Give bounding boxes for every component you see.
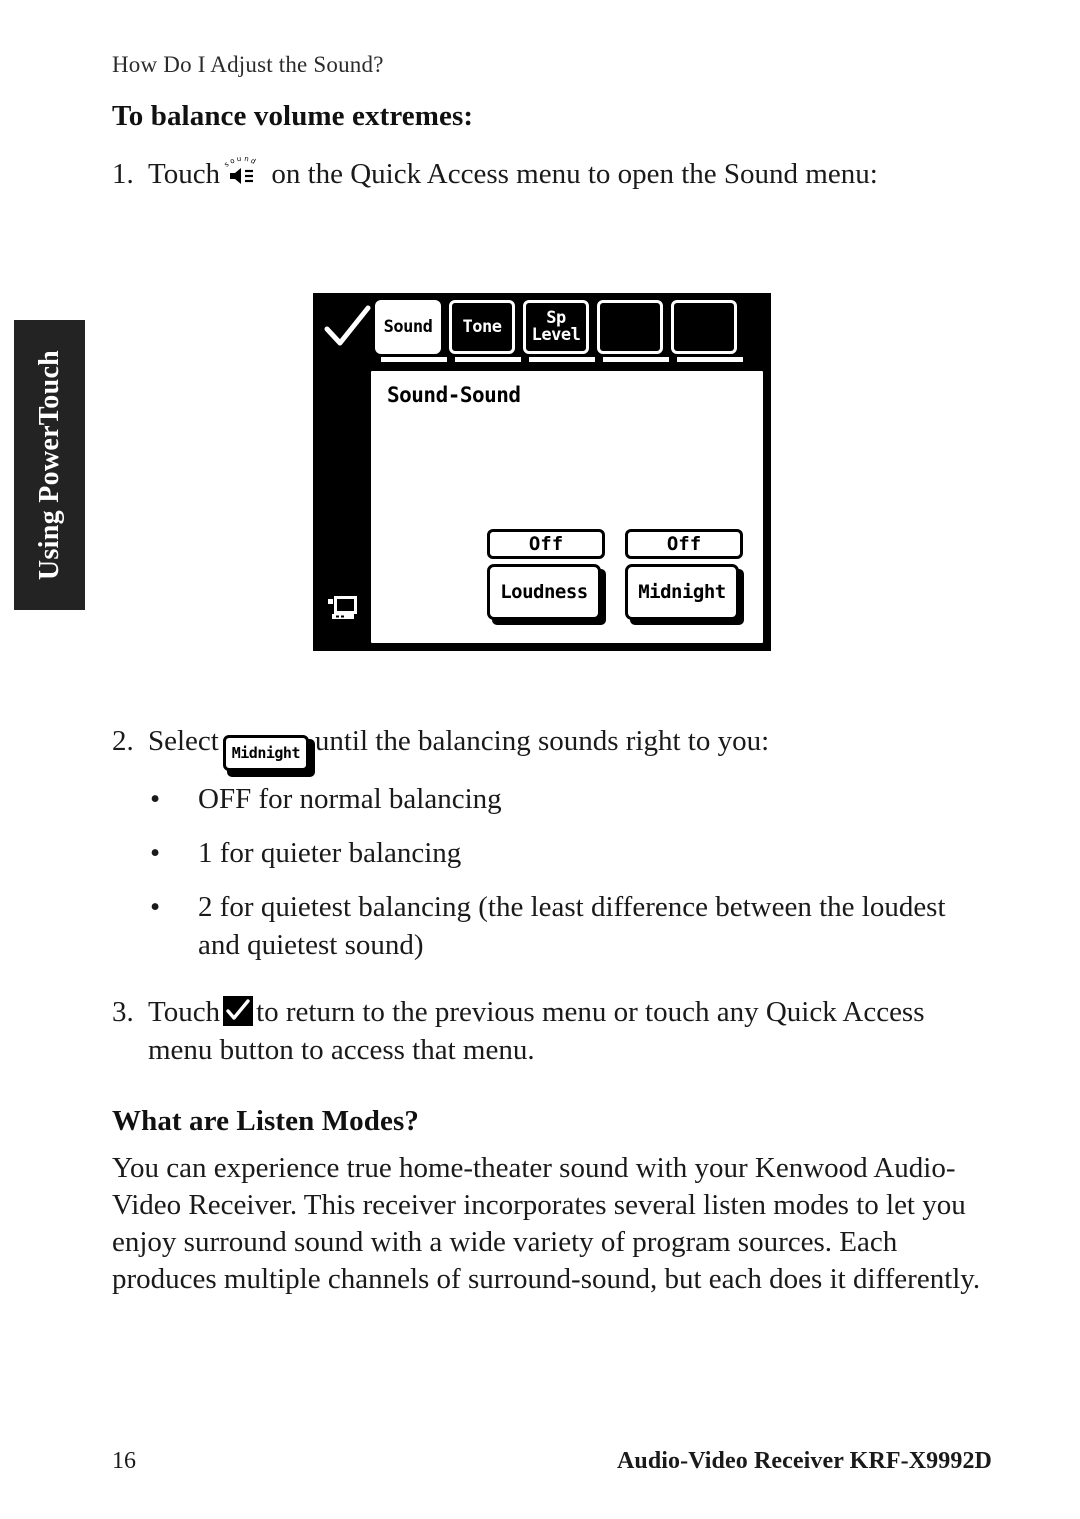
lcd-tab-sp-level-line2: Level	[531, 325, 581, 345]
bullet-text: 2 for quietest balancing (the least diff…	[198, 891, 946, 961]
bullet-dot: •	[150, 891, 161, 923]
bullet-dot: •	[150, 783, 161, 815]
lcd-tab-sound[interactable]: Sound	[375, 300, 447, 362]
lcd-panel: Sound-Sound Off Loudness Off Midnight	[368, 368, 766, 646]
step-2-text-before: Select	[148, 725, 219, 757]
heading-what-are-listen-modes: What are Listen Modes?	[112, 1105, 419, 1137]
lcd-tab-sp-level[interactable]: Sp Level	[523, 300, 595, 362]
lcd-midnight-button-wrap: Midnight	[625, 564, 744, 625]
lcd-midnight-value: Off	[625, 529, 743, 559]
inline-midnight-button[interactable]: Midnight	[222, 735, 315, 777]
lcd-tab-tone[interactable]: Tone	[449, 300, 521, 362]
lcd-control-midnight: Off Midnight	[625, 529, 744, 625]
lcd-tab-empty-2[interactable]	[671, 300, 743, 362]
step-2: 2. Select Midnight until the balancing sou…	[112, 722, 990, 777]
bullet-dot: •	[150, 837, 161, 869]
step-1-text-after: on the Quick Access menu to open the Sou…	[271, 158, 878, 190]
step-3-body: Touch to return to the previous menu or t…	[148, 993, 990, 1069]
step-3-text-after: to return to the previous menu or touch …	[148, 996, 925, 1066]
step-3-number: 3.	[112, 996, 134, 1028]
lcd-tab-sound-label: Sound	[383, 316, 433, 337]
step-2-body: Select Midnight until the balancing sounds…	[148, 722, 990, 777]
step-2-text-after: until the balancing sounds right to you:	[314, 725, 770, 757]
check-button-icon	[223, 996, 254, 1026]
inline-midnight-button-label: Midnight	[222, 735, 309, 771]
bullet-item-one: • 1 for quieter balancing	[150, 834, 990, 872]
side-tab-using-powertouch: Using PowerTouch	[14, 320, 85, 610]
lcd-loudness-button[interactable]: Loudness	[487, 564, 601, 620]
step-1-text-before: Touch	[148, 158, 221, 190]
svg-text:o: o	[229, 157, 236, 166]
lcd-control-loudness: Off Loudness	[487, 529, 606, 625]
lcd-loudness-value: Off	[487, 529, 605, 559]
step-3-text-before: Touch	[148, 996, 221, 1028]
page-content: How Do I Adjust the Sound? To balance vo…	[112, 0, 992, 1519]
bullet-item-two: • 2 for quietest balancing (the least di…	[150, 888, 990, 964]
step-2-number: 2.	[112, 725, 134, 757]
sound-speaker-icon: sound	[220, 155, 264, 187]
lcd-panel-title: Sound-Sound	[387, 383, 521, 407]
running-head: How Do I Adjust the Sound?	[112, 52, 384, 77]
lcd-tab-tone-label: Tone	[462, 316, 502, 337]
listen-modes-paragraph: You can experience true home-theater sou…	[112, 1152, 981, 1295]
step-1-number: 1.	[112, 158, 134, 190]
side-tab-label: Using PowerTouch	[33, 349, 65, 581]
footer-model-name: Audio-Video Receiver KRF-X9992D	[616, 1448, 992, 1474]
svg-text:u: u	[236, 157, 241, 163]
lcd-loudness-button-wrap: Loudness	[487, 564, 606, 625]
svg-text:n: n	[244, 157, 250, 163]
bullet-item-off: • OFF for normal balancing	[150, 780, 990, 818]
lcd-screen-figure: Sound Tone Sp Level Sound-Sound Off Loud…	[313, 293, 771, 651]
lcd-midnight-button[interactable]: Midnight	[625, 564, 739, 620]
step-3: 3. Touch to return to the previous menu o…	[112, 993, 990, 1069]
check-icon[interactable]	[321, 301, 373, 353]
lcd-controls: Off Loudness Off Midnight	[487, 529, 744, 625]
step-1-body: Touch s o u n d on the Quick Access menu to o…	[148, 155, 990, 193]
lcd-tab-sp-level-label: Sp Level	[532, 310, 581, 344]
lcd-tab-empty-1[interactable]	[597, 300, 669, 362]
svg-text:d: d	[249, 157, 257, 166]
bullet-text: OFF for normal balancing	[198, 783, 502, 815]
heading-to-balance-volume-extremes: To balance volume extremes:	[112, 100, 474, 132]
monitor-icon[interactable]	[327, 593, 359, 623]
bullet-text: 1 for quieter balancing	[198, 837, 462, 869]
step-1: 1. Touch s o u n d on the Quick Access menu t…	[112, 155, 990, 193]
footer-page-number: 16	[112, 1448, 136, 1474]
lcd-tab-row: Sound Tone Sp Level	[375, 300, 743, 362]
